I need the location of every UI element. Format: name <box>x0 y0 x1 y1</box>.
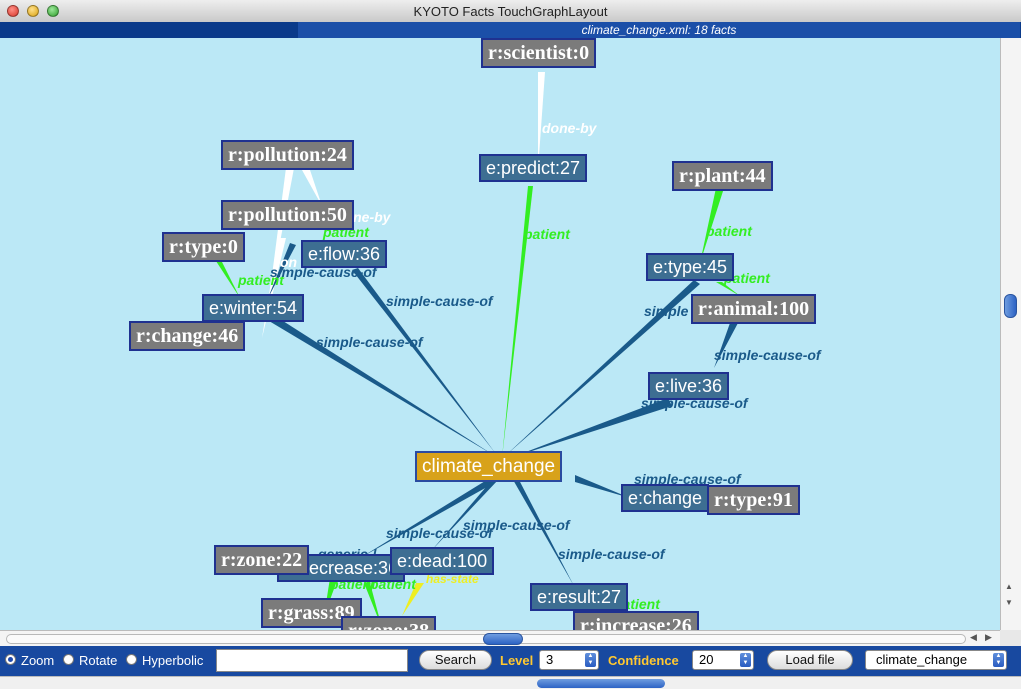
scroll-up-arrow-icon[interactable]: ▲ <box>1005 582 1013 591</box>
spinner-arrows-icon[interactable]: ▲ ▼ <box>585 653 596 667</box>
rotate-mode-radio[interactable] <box>63 654 74 665</box>
search-button[interactable]: Search <box>419 650 492 670</box>
edge-label-patient: patient <box>706 223 752 239</box>
edge-label-simple: simple <box>644 303 689 319</box>
search-input[interactable] <box>216 649 408 672</box>
node-r-scientist-0[interactable]: r:scientist:0 <box>481 38 597 68</box>
node-e-flow-36[interactable]: e:flow:36 <box>301 240 388 268</box>
hyperbolic-mode-radio[interactable] <box>126 654 137 665</box>
node-r-change-46[interactable]: r:change:46 <box>129 321 246 351</box>
node-climate-change-center[interactable]: climate_change <box>415 451 563 482</box>
file-select-dropdown[interactable]: climate_change ▲ ▼ <box>865 650 1007 670</box>
file-select-value: climate_change <box>876 652 968 667</box>
confidence-label: Confidence <box>608 653 679 668</box>
level-label: Level <box>500 653 534 668</box>
zoom-mode-radio[interactable] <box>5 654 16 665</box>
spinner-arrows-icon[interactable]: ▲ ▼ <box>740 653 751 667</box>
bottom-scrollbar[interactable] <box>0 676 1021 689</box>
confidence-spinner[interactable]: 20 ▲ ▼ <box>692 650 754 670</box>
scroll-left-arrow-icon[interactable]: ◀ <box>970 632 977 643</box>
node-r-plant-44[interactable]: r:plant:44 <box>672 161 773 191</box>
rotate-mode-label[interactable]: Rotate <box>79 653 117 668</box>
horizontal-scroll-thumb[interactable] <box>483 633 523 645</box>
node-e-live-36[interactable]: e:live:36 <box>648 372 730 400</box>
graph-canvas[interactable]: done-by done-by on patient patient patie… <box>0 38 1000 630</box>
scroll-down-arrow-icon[interactable]: ▼ <box>1005 598 1013 607</box>
node-r-pollution-50[interactable]: r:pollution:50 <box>221 200 354 230</box>
node-e-change[interactable]: e:change <box>621 484 710 512</box>
edge-label-patient: patient <box>524 226 570 242</box>
node-r-zone-38[interactable]: r:zone:38 <box>341 616 437 630</box>
node-r-zone-22[interactable]: r:zone:22 <box>214 545 310 575</box>
bottom-scroll-thumb[interactable] <box>537 679 665 688</box>
node-e-type-45[interactable]: e:type:45 <box>646 253 735 281</box>
node-r-pollution-24[interactable]: r:pollution:24 <box>221 140 354 170</box>
confidence-value: 20 <box>699 652 714 667</box>
dropdown-arrows-icon[interactable]: ▲ ▼ <box>993 653 1004 667</box>
edge-label-simple-cause-of: simple-cause-of <box>386 293 493 309</box>
edge-label-simple-cause-of: simple-cause-of <box>316 334 423 350</box>
node-r-increase-26[interactable]: r:increase:26 <box>573 611 699 630</box>
level-spinner[interactable]: 3 ▲ ▼ <box>539 650 599 670</box>
edge-label-done-by: done-by <box>542 120 597 136</box>
window-title: KYOTO Facts TouchGraphLayout <box>413 4 608 19</box>
edge-label-simple-cause-of: simple-cause-of <box>558 546 665 562</box>
load-file-button[interactable]: Load file <box>767 650 853 670</box>
scroll-right-arrow-icon[interactable]: ▶ <box>985 632 992 643</box>
bottom-toolbar: Zoom Rotate Hyperbolic Search Level 3 ▲ ▼… <box>0 646 1021 676</box>
node-r-type-91[interactable]: r:type:91 <box>707 485 800 515</box>
edge-label-simple-cause-of: simple-cause-of <box>386 525 493 541</box>
node-e-result-27[interactable]: e:result:27 <box>530 583 629 611</box>
node-e-winter-54[interactable]: e:winter:54 <box>202 294 305 322</box>
node-e-dead-100[interactable]: e:dead:100 <box>390 547 495 575</box>
graph-header: climate_change.xml: 18 facts <box>0 22 1021 38</box>
edge-type0-winter <box>214 256 240 298</box>
zoom-mode-label[interactable]: Zoom <box>21 653 54 668</box>
window-titlebar: KYOTO Facts TouchGraphLayout <box>0 0 1021 23</box>
level-value: 3 <box>546 652 554 667</box>
vertical-scroll-thumb[interactable] <box>1004 294 1017 318</box>
horizontal-scrollbar[interactable]: ◀ ▶ <box>0 630 1000 646</box>
node-r-type-0[interactable]: r:type:0 <box>162 232 245 262</box>
vertical-scrollbar[interactable]: ▲ ▼ <box>1000 38 1021 630</box>
node-e-predict-27[interactable]: e:predict:27 <box>479 154 588 182</box>
node-r-animal-100[interactable]: r:animal:100 <box>691 294 817 324</box>
hyperbolic-mode-label[interactable]: Hyperbolic <box>142 653 203 668</box>
file-info-label: climate_change.xml: 18 facts <box>298 22 1020 38</box>
edge-label-simple-cause-of: simple-cause-of <box>714 347 821 363</box>
